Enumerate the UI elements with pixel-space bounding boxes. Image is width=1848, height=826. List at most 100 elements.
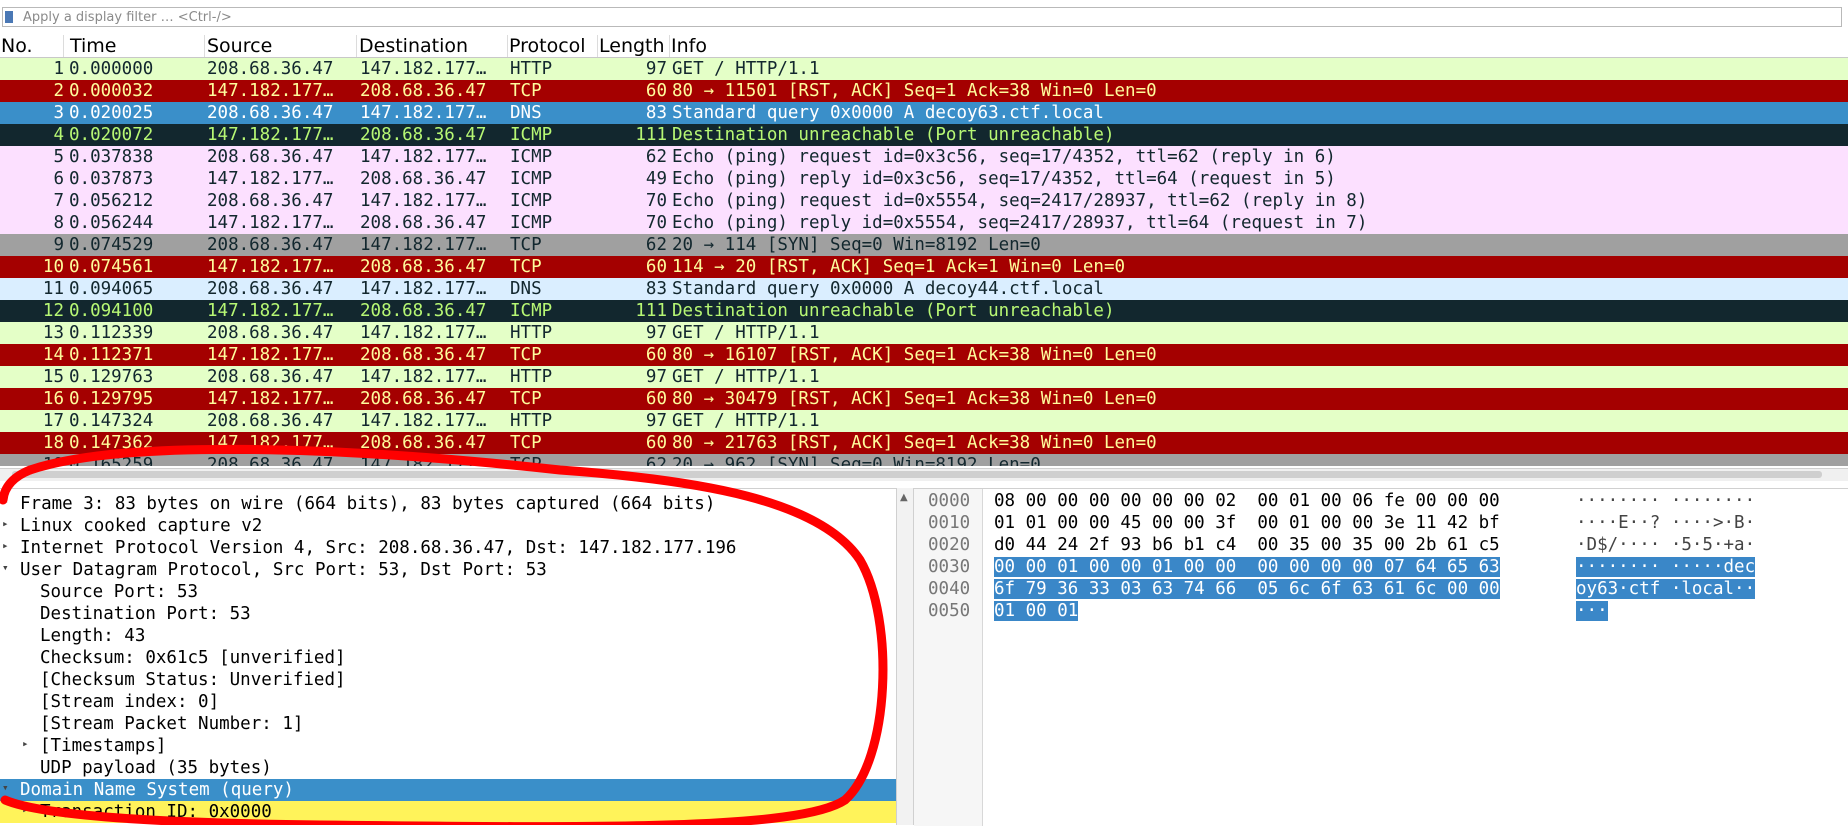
row-destination: 147.182.177… <box>360 455 487 466</box>
packet-row[interactable]: 13 0.112339 208.68.36.47 147.182.177… HTTP 97… <box>0 322 1848 344</box>
column-header-protocol[interactable]: Protocol <box>508 35 598 57</box>
detail-tree-item[interactable]: ▸ Linux cooked capture v2 <box>0 515 896 537</box>
hex-ascii[interactable]: ··· <box>1576 601 1608 621</box>
detail-item-label: Frame 3: 83 bytes on wire (664 bits), 83… <box>20 494 716 514</box>
hex-bytes[interactable]: 6f 79 36 33 03 63 74 66 05 6c 6f 63 61 6… <box>994 579 1500 599</box>
row-length: 60 <box>645 433 667 453</box>
display-filter-input[interactable] <box>23 9 1823 25</box>
detail-tree-item[interactable]: ▾ Domain Name System (query) <box>0 779 896 801</box>
row-time: 0.129795 <box>69 389 154 409</box>
hex-bytes-selected: 01 00 01 <box>994 601 1079 621</box>
scroll-up-arrow-icon[interactable]: ▲ <box>900 492 908 503</box>
hex-bytes[interactable]: 08 00 00 00 00 00 00 02 00 01 00 06 fe 0… <box>994 491 1500 511</box>
column-header-destination[interactable]: Destination <box>358 35 508 57</box>
row-info: 80 → 11501 [RST, ACK] Seq=1 Ack=38 Win=0… <box>672 81 1157 101</box>
packet-row[interactable]: 10 0.074561 147.182.177… 208.68.36.47 TCP 60 1… <box>0 256 1848 278</box>
row-protocol: ICMP <box>510 169 553 189</box>
hex-bytes[interactable]: 01 00 01 <box>994 601 1079 621</box>
row-info: GET / HTTP/1.1 <box>672 323 820 343</box>
row-time: 0.037873 <box>69 169 154 189</box>
detail-tree-item[interactable]: Destination Port: 53 <box>0 603 896 625</box>
packet-row[interactable]: 9 0.074529 208.68.36.47 147.182.177… TCP 62 20… <box>0 234 1848 256</box>
packet-row[interactable]: 15 0.129763 208.68.36.47 147.182.177… HTTP 97… <box>0 366 1848 388</box>
detail-tree-item[interactable]: [Stream index: 0] <box>0 691 896 713</box>
packet-row[interactable]: 14 0.112371 147.182.177… 208.68.36.47 TCP 60 8… <box>0 344 1848 366</box>
hex-bytes[interactable]: 01 01 00 00 45 00 00 3f 00 01 00 00 3e 1… <box>994 513 1500 533</box>
detail-tree-item[interactable]: ▸ Transaction ID: 0x0000 <box>0 801 896 823</box>
hex-ascii[interactable]: oy63·ctf ·local·· <box>1576 579 1756 599</box>
expanded-arrow-icon[interactable]: ▾ <box>2 561 9 574</box>
packet-row[interactable]: 8 0.056244 147.182.177… 208.68.36.47 ICMP 70 E… <box>0 212 1848 234</box>
packet-row[interactable]: 2 0.000032 147.182.177… 208.68.36.47 TCP 60 80… <box>0 80 1848 102</box>
row-destination: 147.182.177… <box>360 59 487 79</box>
packet-row[interactable]: 6 0.037873 147.182.177… 208.68.36.47 ICMP 49 E… <box>0 168 1848 190</box>
packet-row[interactable]: 3 0.020025 208.68.36.47 147.182.177… DNS 83 St… <box>0 102 1848 124</box>
row-length: 60 <box>645 389 667 409</box>
collapsed-arrow-icon[interactable]: ▸ <box>22 803 29 816</box>
detail-tree-item[interactable]: UDP payload (35 bytes) <box>0 757 896 779</box>
detail-tree-item[interactable]: ▸ Frame 3: 83 bytes on wire (664 bits), 8… <box>0 493 896 515</box>
row-destination: 208.68.36.47 <box>360 169 487 189</box>
row-destination: 208.68.36.47 <box>360 125 487 145</box>
hex-bytes[interactable]: 00 00 01 00 00 01 00 00 00 00 00 00 07 6… <box>994 557 1500 577</box>
column-header-no[interactable]: No. <box>0 35 64 57</box>
hex-bytes[interactable]: d0 44 24 2f 93 b6 b1 c4 00 35 00 35 00 2… <box>994 535 1500 555</box>
detail-tree-item[interactable]: Length: 43 <box>0 625 896 647</box>
row-no: 8 <box>53 213 64 233</box>
row-destination: 147.182.177… <box>360 367 487 387</box>
detail-tree-item[interactable]: Source Port: 53 <box>0 581 896 603</box>
row-destination: 208.68.36.47 <box>360 81 487 101</box>
column-header-info[interactable]: Info <box>670 35 1848 57</box>
bookmark-icon[interactable] <box>5 11 13 23</box>
pane-splitter[interactable]: ▲ <box>896 488 914 825</box>
packet-row[interactable]: 18 0.147362 147.182.177… 208.68.36.47 TCP 60 8… <box>0 432 1848 454</box>
packet-details-pane: ▸ Frame 3: 83 bytes on wire (664 bits), 8… <box>0 488 896 826</box>
packet-row[interactable]: 4 0.020072 147.182.177… 208.68.36.47 ICMP 111… <box>0 124 1848 146</box>
column-header-source[interactable]: Source <box>206 35 357 57</box>
detail-tree-item[interactable]: ▸ Internet Protocol Version 4, Src: 208.6… <box>0 537 896 559</box>
row-source: 208.68.36.47 <box>207 59 334 79</box>
column-header-length[interactable]: Length <box>598 35 670 57</box>
scrollbar-thumb[interactable] <box>12 471 1822 478</box>
packet-row[interactable]: 16 0.129795 147.182.177… 208.68.36.47 TCP 60 8… <box>0 388 1848 410</box>
display-filter-box[interactable] <box>2 7 1842 27</box>
detail-tree-item[interactable]: [Checksum Status: Unverified] <box>0 669 896 691</box>
collapsed-arrow-icon[interactable]: ▸ <box>2 495 9 508</box>
collapsed-arrow-icon[interactable]: ▸ <box>2 517 9 530</box>
row-info: Standard query 0x0000 A decoy44.ctf.loca… <box>672 279 1104 299</box>
packet-row[interactable]: 7 0.056212 208.68.36.47 147.182.177… ICMP 70 E… <box>0 190 1848 212</box>
detail-tree-item[interactable]: ▾ User Datagram Protocol, Src Port: 53, D… <box>0 559 896 581</box>
expanded-arrow-icon[interactable]: ▾ <box>2 781 9 794</box>
detail-tree-item[interactable]: ▸ [Timestamps] <box>0 735 896 757</box>
packet-row[interactable]: 1 0.000000 208.68.36.47 147.182.177… HTTP 97 G… <box>0 58 1848 80</box>
hex-ascii[interactable]: ····E··? ····>·B· <box>1576 513 1755 533</box>
collapsed-arrow-icon[interactable]: ▸ <box>22 737 29 750</box>
detail-tree-item[interactable]: [Stream Packet Number: 1] <box>0 713 896 735</box>
row-destination: 147.182.177… <box>360 323 487 343</box>
row-protocol: ICMP <box>510 301 553 321</box>
row-destination: 208.68.36.47 <box>360 389 487 409</box>
packet-row[interactable]: 12 0.094100 147.182.177… 208.68.36.47 ICMP 11… <box>0 300 1848 322</box>
hex-ascii[interactable]: ·D$/···· ·5·5·+a· <box>1576 535 1755 555</box>
row-no: 17 <box>42 411 64 431</box>
column-header-time[interactable]: Time <box>69 35 205 57</box>
packet-row[interactable]: 5 0.037838 208.68.36.47 147.182.177… ICMP 62 E… <box>0 146 1848 168</box>
hex-ascii[interactable]: ········ ·····dec <box>1576 557 1756 577</box>
row-destination: 147.182.177… <box>360 191 487 211</box>
detail-item-label: [Stream Packet Number: 1] <box>40 714 304 734</box>
hex-ascii-selected: ··· <box>1576 601 1608 621</box>
row-protocol: TCP <box>510 81 542 101</box>
packet-row[interactable]: 11 0.094065 208.68.36.47 147.182.177… DNS 83 S… <box>0 278 1848 300</box>
detail-item-label: Length: 43 <box>40 626 146 646</box>
hex-line: 0010 01 01 00 00 45 00 00 3f 00 01 00 00 … <box>914 513 1848 535</box>
packet-row[interactable]: 17 0.147324 208.68.36.47 147.182.177… HTTP 97… <box>0 410 1848 432</box>
row-destination: 208.68.36.47 <box>360 433 487 453</box>
packet-row[interactable]: 19 0.165259 208.68.36.47 147.182.177… TCP 62 2… <box>0 454 1848 466</box>
row-length: 97 <box>645 367 667 387</box>
detail-item-label: Source Port: 53 <box>40 582 199 602</box>
detail-tree-item[interactable]: Checksum: 0x61c5 [unverified] <box>0 647 896 669</box>
hex-ascii[interactable]: ········ ········ <box>1576 491 1755 511</box>
detail-item-label: Domain Name System (query) <box>20 780 294 800</box>
collapsed-arrow-icon[interactable]: ▸ <box>2 539 9 552</box>
packet-list-horizontal-scrollbar[interactable] <box>0 468 1848 481</box>
